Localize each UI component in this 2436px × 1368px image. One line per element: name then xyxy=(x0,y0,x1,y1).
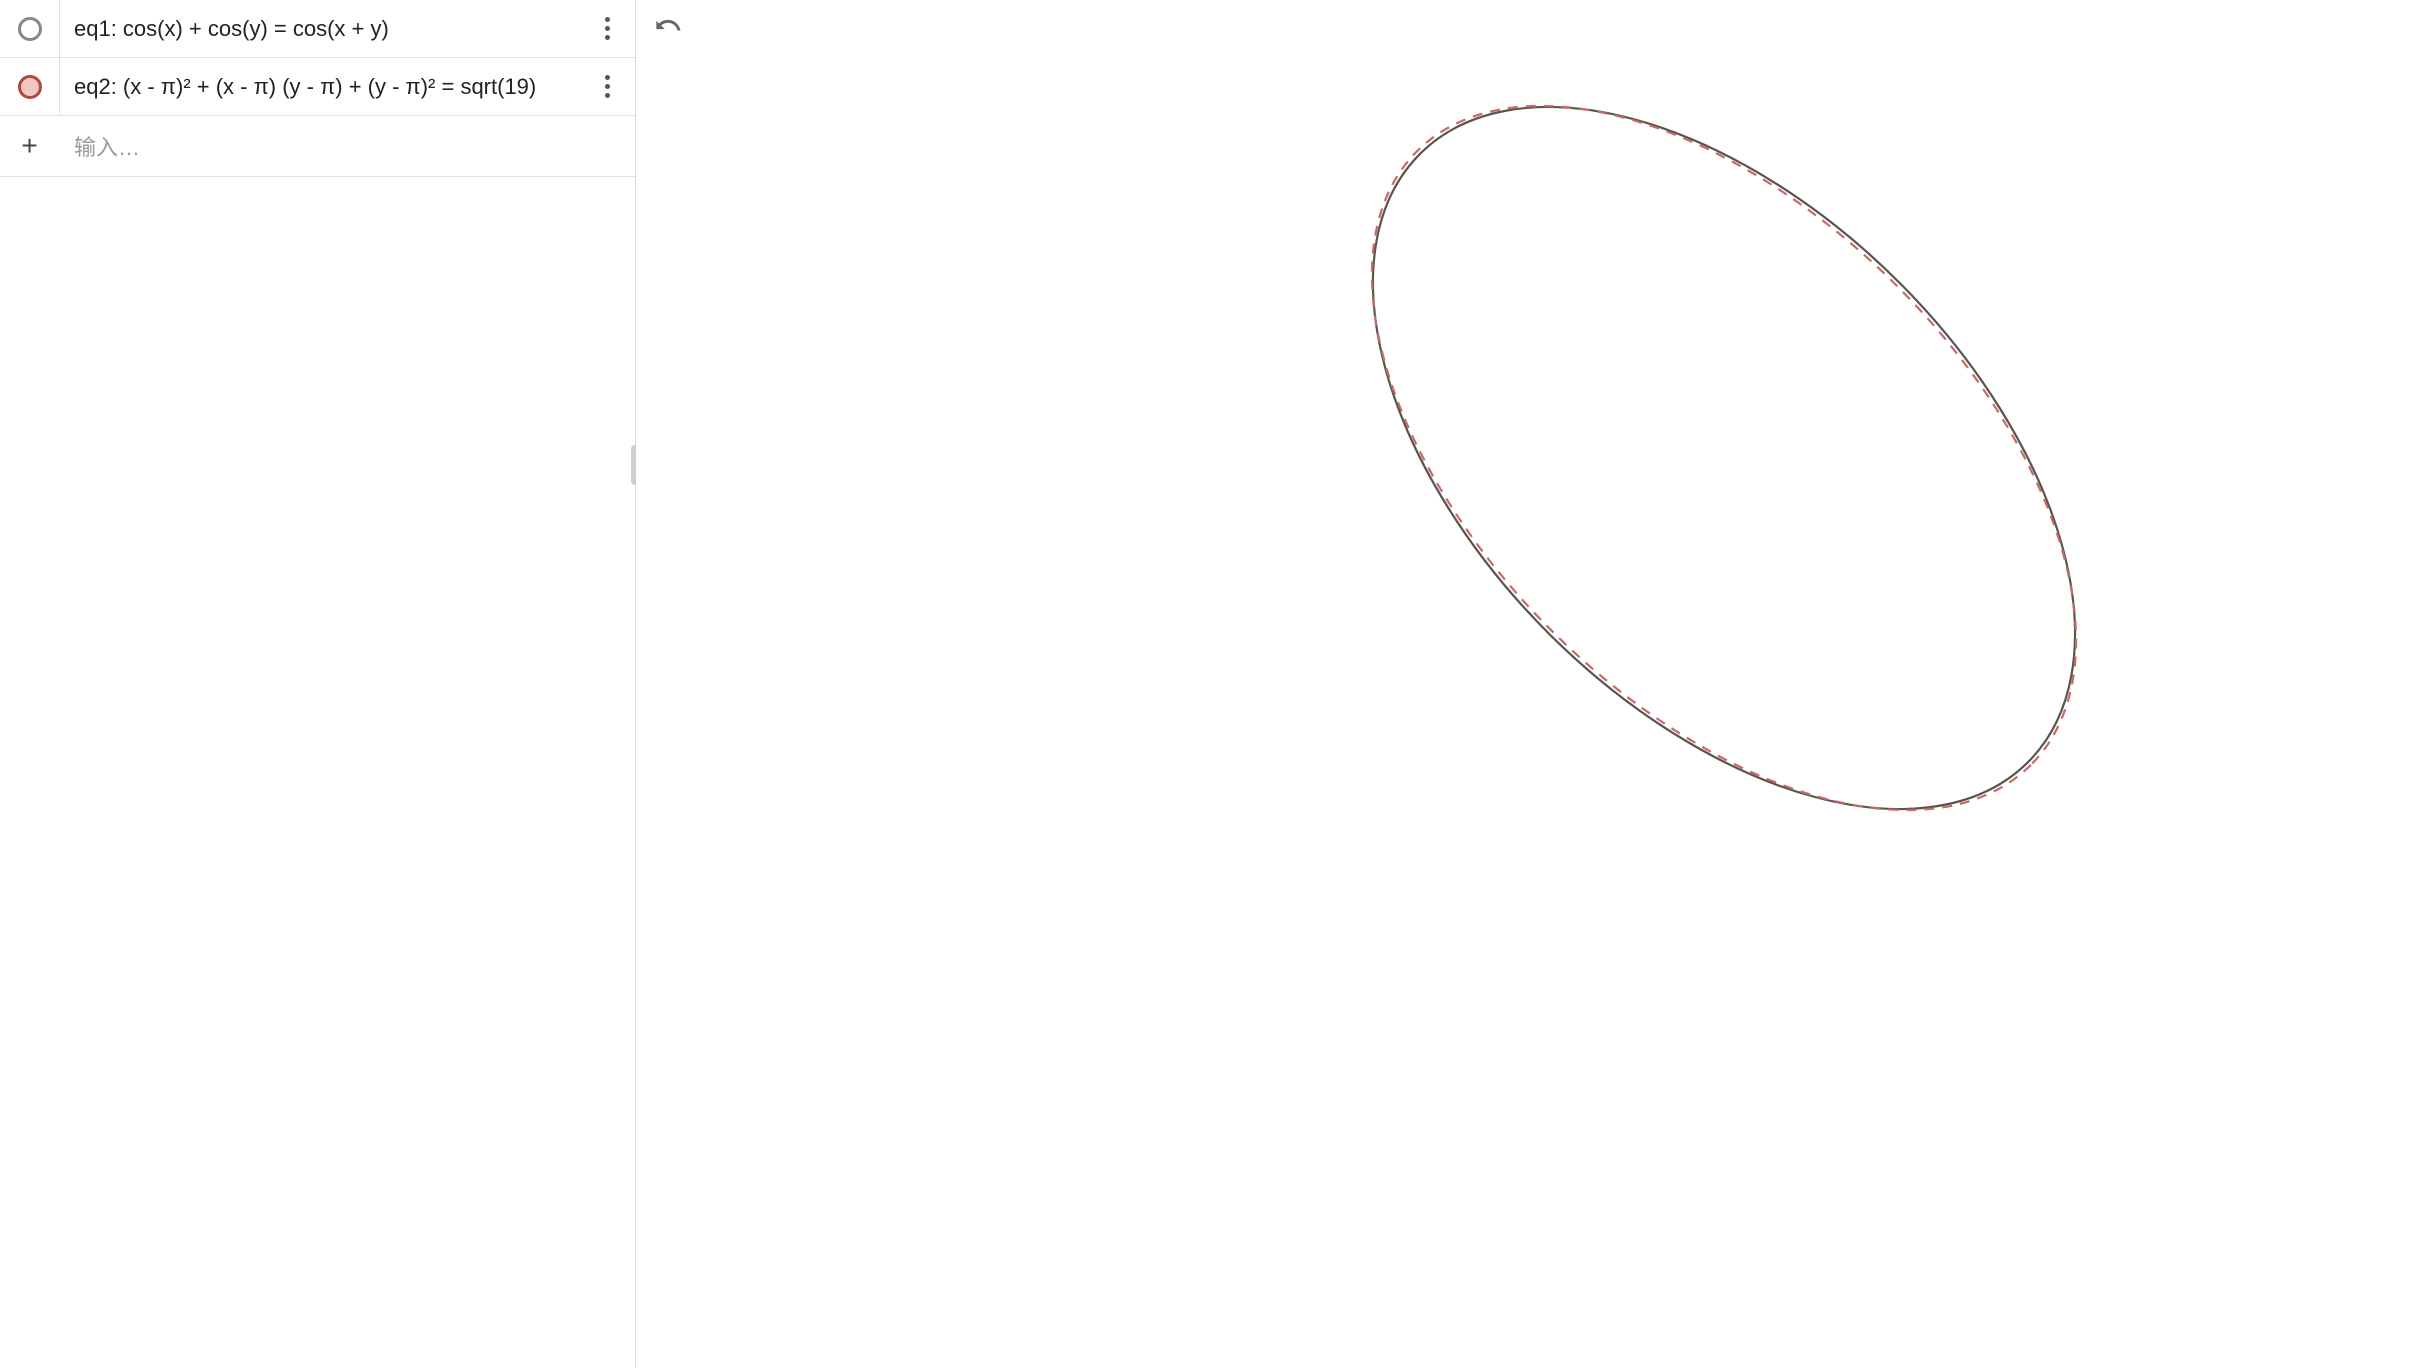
input-field[interactable]: 输入… xyxy=(60,116,627,176)
equation-row-2[interactable]: eq2: (x - π)² + (x - π) (y - π) + (y - π… xyxy=(0,58,635,116)
curve-eq2 xyxy=(1245,0,2204,937)
visibility-toggle-eq2[interactable] xyxy=(0,58,60,115)
more-vert-icon xyxy=(605,75,610,98)
equation-menu-button[interactable] xyxy=(587,75,627,98)
circle-icon xyxy=(18,75,42,99)
graphics-view[interactable] xyxy=(636,0,2436,1368)
equation-row-1[interactable]: eq1: cos(x) + cos(y) = cos(x + y) xyxy=(0,0,635,58)
circle-icon xyxy=(18,17,42,41)
plot-canvas[interactable] xyxy=(636,0,2436,1368)
add-object-button[interactable]: + xyxy=(0,116,60,176)
equation-text[interactable]: eq1: cos(x) + cos(y) = cos(x + y) xyxy=(60,2,587,56)
visibility-toggle-eq1[interactable] xyxy=(0,0,60,57)
equation-menu-button[interactable] xyxy=(587,17,627,40)
equation-text[interactable]: eq2: (x - π)² + (x - π) (y - π) + (y - π… xyxy=(60,60,587,114)
more-vert-icon xyxy=(605,17,610,40)
algebra-panel: eq1: cos(x) + cos(y) = cos(x + y) eq2: (… xyxy=(0,0,636,1368)
curve-eq1 xyxy=(1245,0,2204,937)
new-input-row[interactable]: + 输入… xyxy=(0,116,635,177)
plus-icon: + xyxy=(21,132,37,160)
